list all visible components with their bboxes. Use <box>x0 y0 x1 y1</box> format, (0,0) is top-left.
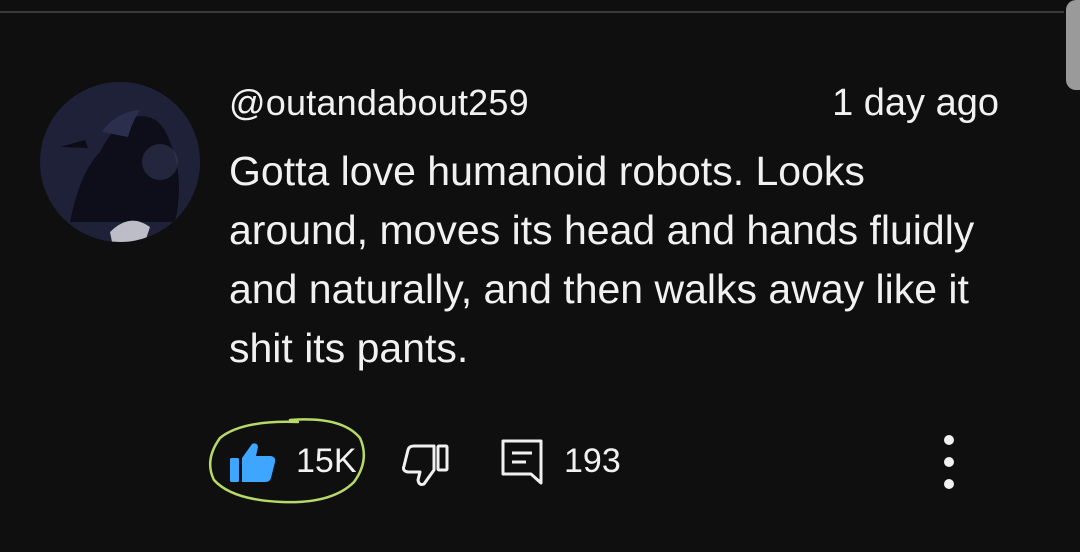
scrollbar[interactable] <box>1066 0 1080 90</box>
thumbs-up-icon <box>230 443 276 482</box>
more-vertical-icon[interactable] <box>938 432 960 492</box>
comment-actions: 15K 193 <box>208 418 990 504</box>
reply-count: 193 <box>564 442 621 480</box>
avatar[interactable] <box>40 82 200 242</box>
avatar-image <box>40 82 200 242</box>
comment-body: @outandabout259 1 day ago Gotta love hum… <box>229 82 999 378</box>
comment-header: @outandabout259 1 day ago <box>229 82 999 134</box>
comment-icon[interactable] <box>500 438 544 486</box>
comment-username[interactable]: @outandabout259 <box>229 82 529 124</box>
like-count: 15K <box>296 442 357 480</box>
thumbs-down-icon[interactable] <box>402 444 450 486</box>
top-divider <box>0 11 1064 13</box>
like-button[interactable]: 15K <box>208 418 370 504</box>
comment-timestamp: 1 day ago <box>832 82 999 124</box>
comment-text: Gotta love humanoid robots. Looks around… <box>229 148 975 371</box>
